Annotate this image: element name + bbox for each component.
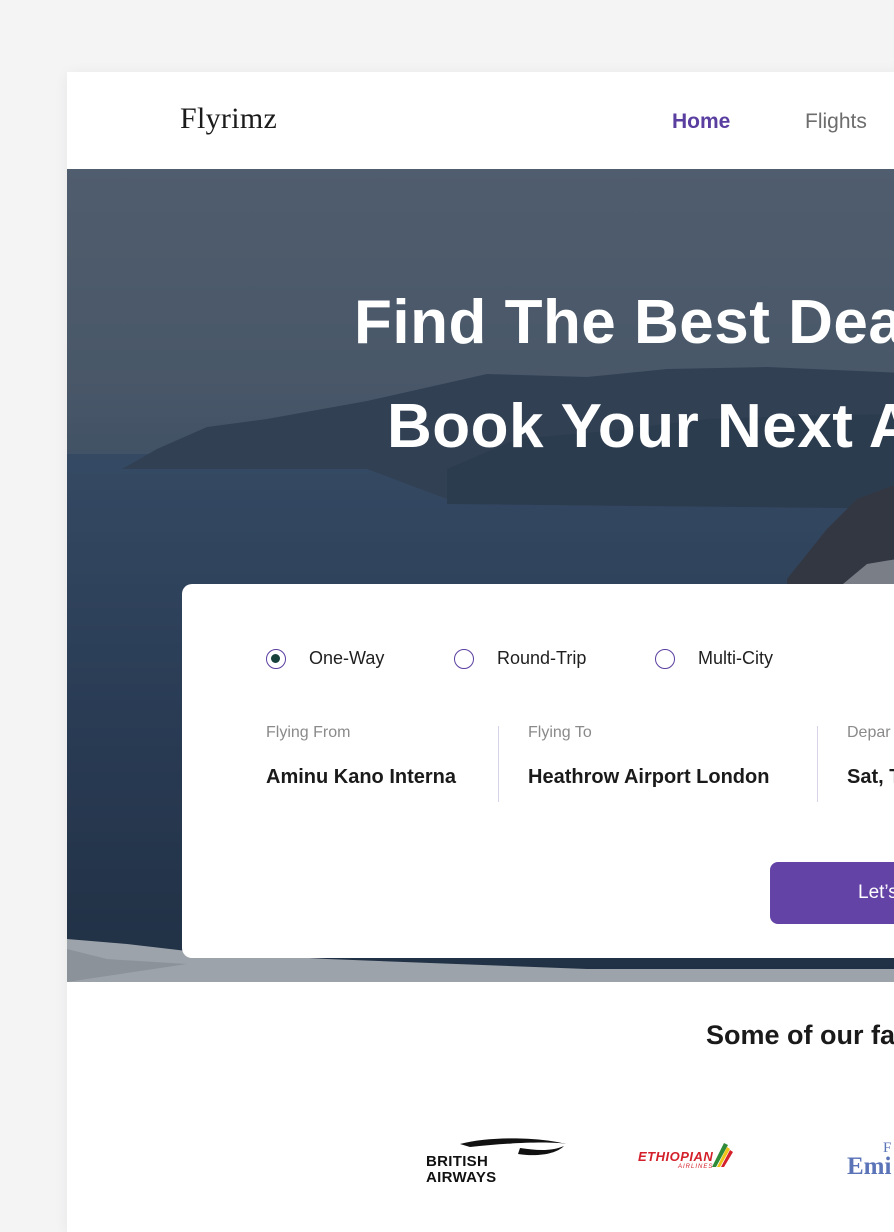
flying-from-field[interactable]: Flying From Aminu Kano Interna	[266, 724, 456, 789]
hero-headline-line-1: Find The Best Dea	[354, 288, 894, 357]
trip-type-round-trip[interactable]: Round-Trip	[454, 648, 586, 669]
ethiopian-logo-text: ETHIOPIAN	[638, 1149, 714, 1164]
field-label: Depar	[847, 724, 891, 741]
hero-headline-line-2: Book Your Next A	[387, 392, 894, 461]
trip-type-one-way[interactable]: One-Way	[266, 648, 384, 669]
field-divider	[817, 726, 818, 802]
emirates-logo-text: Emi	[847, 1153, 892, 1180]
british-airways-speedmarque-icon	[460, 1138, 566, 1156]
field-value[interactable]: Heathrow Airport London	[528, 766, 769, 789]
ethiopian-logo-subtext: AIRLINES	[678, 1164, 714, 1170]
trip-type-multi-city[interactable]: Multi-City	[655, 648, 773, 669]
ethiopian-wing-icon	[712, 1143, 733, 1167]
brand-logo[interactable]: Flyrimz	[180, 102, 277, 136]
field-divider	[498, 726, 499, 802]
nav-link-home[interactable]: Home	[672, 110, 730, 134]
partners-heading: Some of our fa	[706, 1020, 894, 1050]
radio-unselected-icon[interactable]	[655, 648, 675, 669]
departure-date-field[interactable]: Depar Sat, T	[847, 724, 894, 789]
radio-selected-icon[interactable]	[266, 648, 286, 669]
flight-search-card: One-Way Round-Trip Multi-City Flying Fro…	[182, 584, 894, 958]
page-container: Flyrimz Home Flights Find The Best Dea B…	[67, 72, 894, 1232]
field-value[interactable]: Aminu Kano Interna	[266, 766, 456, 789]
emirates-logo: F Emi	[847, 1140, 891, 1181]
top-navigation-bar: Flyrimz Home Flights	[67, 72, 894, 169]
british-airways-logo: BRITISH AIRWAYS	[426, 1138, 566, 1186]
field-value[interactable]: Sat, T	[847, 766, 894, 789]
nav-link-flights[interactable]: Flights	[805, 110, 867, 134]
trip-type-label: Round-Trip	[497, 648, 587, 668]
trip-type-label: Multi-City	[698, 648, 773, 668]
trip-type-label: One-Way	[309, 648, 385, 668]
radio-unselected-icon[interactable]	[454, 648, 474, 669]
field-label: Flying From	[266, 724, 351, 741]
ethiopian-airlines-logo: ETHIOPIAN AIRLINES	[638, 1143, 733, 1170]
ba-logo-text-line2: AIRWAYS	[426, 1169, 497, 1186]
flying-to-field[interactable]: Flying To Heathrow Airport London	[528, 724, 769, 789]
search-flights-button[interactable]: Let’s	[770, 862, 894, 924]
field-label: Flying To	[528, 724, 592, 741]
